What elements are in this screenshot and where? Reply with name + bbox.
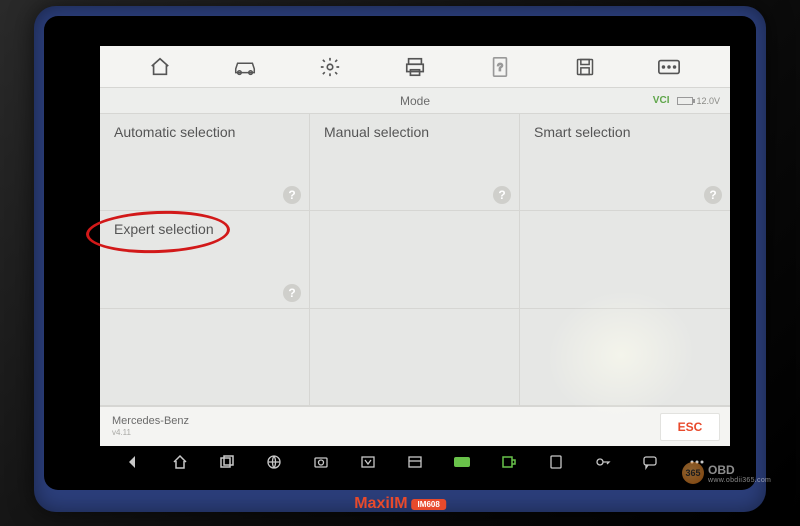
mode-empty xyxy=(100,309,310,406)
android-nav-bar xyxy=(100,448,730,476)
globe-icon[interactable] xyxy=(263,451,285,473)
diag-icon[interactable] xyxy=(498,451,520,473)
page-title: Mode xyxy=(400,94,430,108)
help-icon[interactable]: ? xyxy=(704,186,722,204)
save-icon[interactable] xyxy=(568,52,602,82)
vci-status: VCI xyxy=(653,95,670,106)
mode-grid: Automatic selection ? Manual selection ?… xyxy=(100,114,730,406)
help-doc-icon[interactable]: ? xyxy=(483,52,517,82)
mode-smart-selection[interactable]: Smart selection ? xyxy=(520,114,730,211)
app-footer: Mercedes-Benz v4.11 ESC xyxy=(100,406,730,446)
panel-icon[interactable] xyxy=(404,451,426,473)
device-model: MaxiIM IM608 xyxy=(354,495,446,513)
svg-text:?: ? xyxy=(497,62,503,73)
vehicle-version: v4.11 xyxy=(112,428,189,438)
esc-button[interactable]: ESC xyxy=(660,413,720,441)
help-icon[interactable]: ? xyxy=(283,284,301,302)
mode-empty xyxy=(520,309,730,406)
vci-nav-icon[interactable] xyxy=(451,451,473,473)
mode-label: Smart selection xyxy=(534,124,630,140)
watermark-name: OBD xyxy=(708,463,771,477)
watermark: 365 OBD www.obdii365.com xyxy=(682,460,792,486)
car-icon[interactable] xyxy=(228,52,262,82)
camera-icon[interactable] xyxy=(310,451,332,473)
tablet-inner: ? Mode VCI xyxy=(44,16,756,490)
vehicle-info: Mercedes-Benz v4.11 xyxy=(112,415,189,438)
app-screen: ? Mode VCI xyxy=(100,46,730,446)
breadcrumb-bar: Mode VCI 12.0V xyxy=(100,88,730,114)
gear-icon[interactable] xyxy=(313,52,347,82)
mode-empty xyxy=(310,309,520,406)
recents-icon[interactable] xyxy=(216,451,238,473)
tablet-device: AUTEL xyxy=(34,6,766,512)
watermark-url: www.obdii365.com xyxy=(708,477,771,484)
android-home-icon[interactable] xyxy=(169,451,191,473)
status-area: VCI 12.0V xyxy=(653,95,720,106)
mode-empty xyxy=(520,211,730,308)
tool-icon[interactable] xyxy=(545,451,567,473)
battery-label: 12.0V xyxy=(696,96,720,106)
device-model-pill: IM608 xyxy=(412,499,446,510)
mode-label: Manual selection xyxy=(324,124,429,140)
mode-label: Automatic selection xyxy=(114,124,235,140)
help-icon[interactable]: ? xyxy=(283,186,301,204)
battery-status: 12.0V xyxy=(677,96,720,106)
device-model-text: MaxiIM xyxy=(354,495,407,513)
mode-empty xyxy=(310,211,520,308)
watermark-badge: 365 xyxy=(682,462,704,484)
mode-label: Expert selection xyxy=(114,221,214,237)
home-icon[interactable] xyxy=(143,52,177,82)
print-icon[interactable] xyxy=(398,52,432,82)
mode-automatic-selection[interactable]: Automatic selection ? xyxy=(100,114,310,211)
chat-icon[interactable] xyxy=(639,451,661,473)
vehicle-name: Mercedes-Benz xyxy=(112,415,189,428)
screenshot-icon[interactable] xyxy=(357,451,379,473)
mode-manual-selection[interactable]: Manual selection ? xyxy=(310,114,520,211)
data-icon[interactable] xyxy=(652,52,686,82)
mode-expert-selection[interactable]: Expert selection ? xyxy=(100,211,310,308)
top-toolbar: ? xyxy=(100,46,730,88)
key-icon[interactable] xyxy=(592,451,614,473)
help-icon[interactable]: ? xyxy=(493,186,511,204)
back-icon[interactable] xyxy=(122,451,144,473)
